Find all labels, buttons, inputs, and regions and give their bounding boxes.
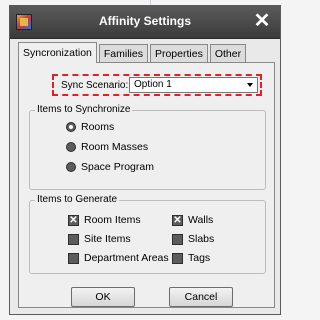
checked-icon[interactable]: ✕ (172, 214, 183, 226)
tab-strip: Syncronization Families Properties Other (18, 42, 248, 63)
sync-scenario-dropdown[interactable]: Option 1 (129, 77, 258, 93)
radio-room-masses-label: Room Masses (81, 141, 149, 153)
tab-syncronization[interactable]: Syncronization (18, 42, 97, 63)
unchecked-icon[interactable] (68, 233, 79, 245)
close-icon[interactable]: ✕ (252, 10, 272, 32)
items-to-generate-title: Items to Generate (35, 194, 120, 205)
chevron-down-icon[interactable] (247, 83, 253, 87)
radio-space-program[interactable]: Space Program (66, 161, 154, 173)
checkbox-slabs-label: Slabs (188, 233, 215, 245)
checkbox-walls[interactable]: ✕ Walls (172, 214, 213, 226)
checkbox-room-items[interactable]: ✕ Room Items (68, 214, 141, 226)
tab-other[interactable]: Other (209, 44, 247, 63)
checkbox-tags[interactable]: Tags (172, 252, 210, 264)
affinity-settings-dialog: Affinity Settings ✕ Syncronization Famil… (9, 5, 281, 315)
ok-button[interactable]: OK (71, 287, 135, 307)
checkbox-department-areas[interactable]: Department Areas (68, 252, 169, 264)
window-title: Affinity Settings (99, 14, 191, 28)
sync-scenario-highlight: Sync Scenario: Option 1 (52, 74, 262, 96)
sync-scenario-label: Sync Scenario: (61, 80, 129, 91)
items-to-synchronize-title: Items to Synchronize (35, 104, 133, 115)
checkbox-tags-label: Tags (188, 252, 211, 264)
radio-selected-icon[interactable] (66, 122, 76, 132)
checkbox-walls-label: Walls (188, 214, 214, 226)
radio-rooms[interactable]: Rooms (66, 121, 114, 133)
checkbox-department-areas-label: Department Areas (84, 252, 169, 264)
unchecked-icon[interactable] (172, 252, 183, 264)
unchecked-icon[interactable] (172, 233, 183, 245)
checkbox-site-items-label: Site Items (84, 233, 131, 245)
unchecked-icon[interactable] (68, 252, 79, 264)
radio-icon[interactable] (66, 142, 76, 152)
radio-space-program-label: Space Program (81, 161, 154, 173)
tab-families[interactable]: Families (98, 44, 148, 63)
radio-room-masses[interactable]: Room Masses (66, 141, 148, 153)
items-to-generate-group: Items to Generate ✕ Room Items ✕ Walls S… (29, 194, 266, 274)
sync-scenario-value: Option 1 (134, 79, 172, 90)
radio-rooms-label: Rooms (81, 121, 115, 133)
items-to-synchronize-group: Items to Synchronize Rooms Room Masses S… (29, 104, 266, 190)
checked-icon[interactable]: ✕ (68, 214, 79, 226)
cancel-button[interactable]: Cancel (169, 287, 233, 307)
checkbox-room-items-label: Room Items (84, 214, 141, 226)
checkbox-slabs[interactable]: Slabs (172, 233, 214, 245)
tab-properties[interactable]: Properties (149, 44, 208, 63)
checkbox-site-items[interactable]: Site Items (68, 233, 131, 245)
title-bar[interactable]: Affinity Settings ✕ (10, 6, 280, 39)
syncronization-panel: Sync Scenario: Option 1 Items to Synchro… (18, 62, 275, 308)
radio-icon[interactable] (66, 162, 76, 172)
